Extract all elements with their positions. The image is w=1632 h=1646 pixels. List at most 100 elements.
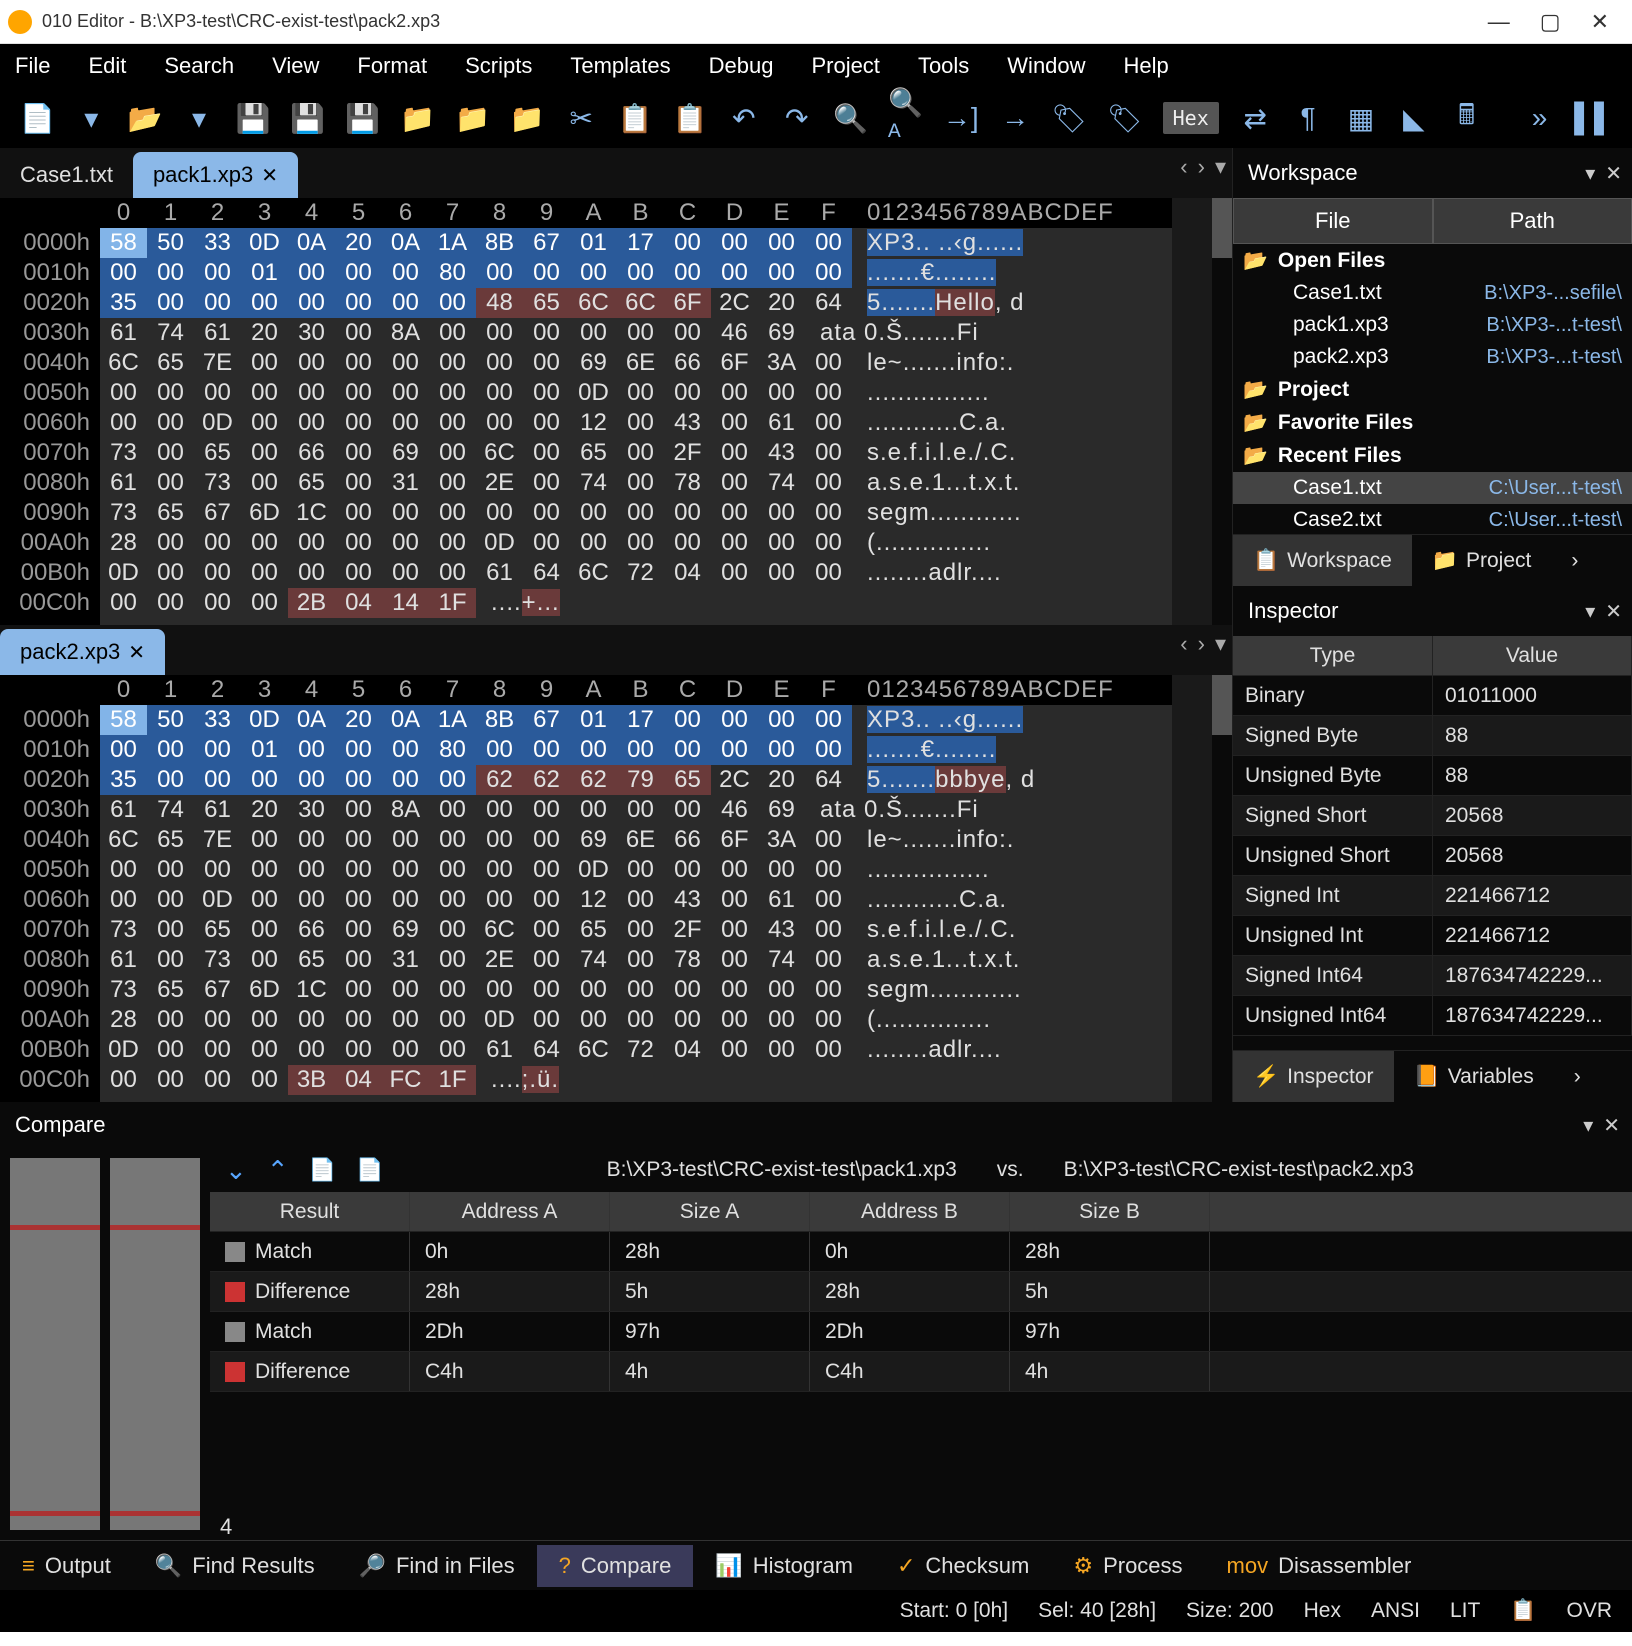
- inspector-row[interactable]: Unsigned Int221466712: [1233, 916, 1632, 956]
- tab-pack1[interactable]: pack1.xp3✕: [133, 152, 298, 198]
- run-icon[interactable]: →: [999, 100, 1032, 136]
- clipboard-icon[interactable]: 📋: [1510, 1599, 1536, 1623]
- compare-thumb-b[interactable]: [110, 1158, 200, 1530]
- panel-dropdown-icon[interactable]: ▾: [1585, 599, 1595, 624]
- columns-icon[interactable]: ▦: [1345, 100, 1378, 136]
- close-button[interactable]: ✕: [1591, 9, 1609, 35]
- cut-icon[interactable]: ✂: [565, 100, 598, 136]
- panel-close-icon[interactable]: ✕: [1603, 1113, 1620, 1138]
- status-ovr[interactable]: OVR: [1566, 1599, 1612, 1623]
- scrollbar[interactable]: [1212, 198, 1232, 625]
- tab-dropdown-icon[interactable]: ▾: [1215, 631, 1226, 657]
- save-icon[interactable]: 💾: [236, 100, 271, 136]
- open-dropdown-icon[interactable]: ▾: [183, 100, 216, 136]
- variables-tab[interactable]: 📙Variables: [1394, 1051, 1554, 1102]
- menu-window[interactable]: Window: [1007, 53, 1085, 79]
- pause-icon[interactable]: ▌▌: [1576, 100, 1612, 136]
- more-icon[interactable]: »: [1523, 100, 1556, 136]
- prev-diff-icon[interactable]: ⌄: [225, 1155, 247, 1186]
- redo-icon[interactable]: ↷: [780, 100, 813, 136]
- status-ansi[interactable]: ANSI: [1371, 1599, 1420, 1623]
- workspace-tab[interactable]: 📋Workspace: [1233, 535, 1412, 586]
- panel-close-icon[interactable]: ✕: [1605, 161, 1622, 186]
- inspector-row[interactable]: Unsigned Byte88: [1233, 756, 1632, 796]
- menu-file[interactable]: File: [15, 53, 50, 79]
- bottom-tab-process[interactable]: ⚙Process: [1051, 1545, 1204, 1587]
- new-dropdown-icon[interactable]: ▾: [75, 100, 108, 136]
- inspector-row[interactable]: Binary01011000: [1233, 676, 1632, 716]
- workspace-group[interactable]: 📂Open Files: [1233, 244, 1632, 277]
- inspector-row[interactable]: Unsigned Short20568: [1233, 836, 1632, 876]
- workspace-group[interactable]: 📂Recent Files: [1233, 439, 1632, 472]
- workspace-file[interactable]: Case2.txtC:\User...t-test\: [1233, 504, 1632, 534]
- inspector-row[interactable]: Signed Short20568: [1233, 796, 1632, 836]
- tab-prev-icon[interactable]: ‹: [1180, 154, 1187, 180]
- minimap[interactable]: [1172, 675, 1212, 1102]
- save-all-icon[interactable]: 💾: [290, 100, 325, 136]
- workspace-file[interactable]: pack1.xp3B:\XP3-...t-test\: [1233, 309, 1632, 341]
- tab-next-icon[interactable]: ›: [1198, 154, 1205, 180]
- undo-icon[interactable]: ↶: [727, 100, 760, 136]
- inspector-row[interactable]: Signed Byte88: [1233, 716, 1632, 756]
- workspace-file[interactable]: Case1.txtB:\XP3-...sefile\: [1233, 277, 1632, 309]
- menu-view[interactable]: View: [272, 53, 319, 79]
- inspector-row[interactable]: Unsigned Int64187634742229...: [1233, 996, 1632, 1036]
- copy-icon[interactable]: 📋: [618, 100, 653, 136]
- tag2-icon[interactable]: 🏷: [1107, 100, 1143, 136]
- hex-editor-2[interactable]: 0000h0010h0020h0030h0040h0050h0060h0070h…: [0, 675, 1232, 1102]
- inspector-row[interactable]: Signed Int221466712: [1233, 876, 1632, 916]
- status-lit[interactable]: LIT: [1450, 1599, 1480, 1623]
- bottom-tab-compare[interactable]: ?Compare: [537, 1545, 694, 1587]
- folder2-icon[interactable]: 📁: [455, 100, 490, 136]
- bottom-tab-find-in-files[interactable]: 🔎Find in Files: [337, 1545, 537, 1587]
- tab-next-icon[interactable]: ›: [1198, 631, 1205, 657]
- panel-close-icon[interactable]: ✕: [1605, 599, 1622, 624]
- scrollbar[interactable]: [1212, 675, 1232, 1102]
- workspace-col-file[interactable]: File: [1233, 198, 1433, 244]
- workspace-file[interactable]: Case1.txtC:\User...t-test\: [1233, 472, 1632, 504]
- panel-dropdown-icon[interactable]: ▾: [1585, 161, 1595, 186]
- open-folder-icon[interactable]: 📂: [128, 100, 163, 136]
- panel-next-icon[interactable]: ›: [1554, 1051, 1601, 1102]
- compare-row[interactable]: Difference28h5h28h5h: [210, 1272, 1632, 1312]
- menu-format[interactable]: Format: [357, 53, 427, 79]
- menu-scripts[interactable]: Scripts: [465, 53, 532, 79]
- folder-icon[interactable]: 📁: [400, 100, 435, 136]
- copy-right-icon[interactable]: 📄: [356, 1157, 383, 1183]
- goto-icon[interactable]: →]: [943, 100, 979, 136]
- hex-toggle[interactable]: Hex: [1163, 102, 1219, 134]
- menu-project[interactable]: Project: [811, 53, 879, 79]
- hex-editor-1[interactable]: 0000h0010h0020h0030h0040h0050h0060h0070h…: [0, 198, 1232, 625]
- workspace-group[interactable]: 📂Project: [1233, 373, 1632, 406]
- maximize-button[interactable]: ▢: [1540, 9, 1561, 35]
- tab-prev-icon[interactable]: ‹: [1180, 631, 1187, 657]
- next-diff-icon[interactable]: ⌃: [267, 1155, 289, 1186]
- workspace-group[interactable]: 📂Favorite Files: [1233, 406, 1632, 439]
- menu-tools[interactable]: Tools: [918, 53, 969, 79]
- pilcrow-icon[interactable]: ¶: [1292, 100, 1325, 136]
- highlight-icon[interactable]: ◣: [1397, 100, 1430, 136]
- minimap[interactable]: [1172, 198, 1212, 625]
- folder3-icon[interactable]: 📁: [510, 100, 545, 136]
- copy-left-icon[interactable]: 📄: [309, 1157, 336, 1183]
- bytes-icon[interactable]: ⇄: [1239, 100, 1272, 136]
- status-hex[interactable]: Hex: [1304, 1599, 1341, 1623]
- menu-search[interactable]: Search: [164, 53, 234, 79]
- bottom-tab-find-results[interactable]: 🔍Find Results: [133, 1545, 337, 1587]
- search-replace-icon[interactable]: 🔍ᴬ: [888, 100, 923, 136]
- minimize-button[interactable]: —: [1488, 9, 1510, 35]
- bottom-tab-histogram[interactable]: 📊Histogram: [693, 1545, 875, 1587]
- compare-thumb-a[interactable]: [10, 1158, 100, 1530]
- compare-row[interactable]: Match0h28h0h28h: [210, 1232, 1632, 1272]
- panel-next-icon[interactable]: ›: [1551, 535, 1598, 586]
- panel-dropdown-icon[interactable]: ▾: [1583, 1113, 1593, 1138]
- tab-dropdown-icon[interactable]: ▾: [1215, 154, 1226, 180]
- tab-pack2[interactable]: pack2.xp3✕: [0, 629, 165, 675]
- paste-icon[interactable]: 📋: [673, 100, 708, 136]
- tag-icon[interactable]: 🏷: [1052, 100, 1088, 136]
- calc-icon[interactable]: 🖩: [1450, 100, 1483, 136]
- search-icon[interactable]: 🔍: [833, 100, 868, 136]
- bottom-tab-disassembler[interactable]: movDisassembler: [1205, 1545, 1434, 1587]
- close-icon[interactable]: ✕: [261, 163, 278, 188]
- menu-edit[interactable]: Edit: [88, 53, 126, 79]
